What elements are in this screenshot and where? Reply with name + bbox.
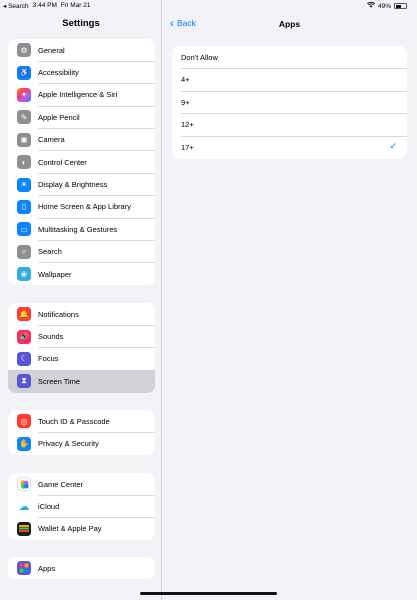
game-center-icon xyxy=(17,477,31,492)
sidebar-item-apple-intelligence[interactable]: ✦ Apple Intelligence & Siri xyxy=(8,84,155,107)
bell-icon: 🔔 xyxy=(17,307,31,322)
sidebar-item-display-brightness[interactable]: ☀ Display & Brightness xyxy=(8,173,155,196)
sidebar-item-label: Screen Time xyxy=(38,376,81,386)
siri-icon: ✦ xyxy=(17,87,31,102)
sidebar-item-screen-time[interactable]: ⧗ Screen Time xyxy=(8,370,155,393)
sidebar-item-sounds[interactable]: 🔊 Sounds xyxy=(8,325,155,348)
sidebar-item-label: Home Screen & App Library xyxy=(38,202,131,212)
sidebar-item-search[interactable]: ⌕ Search xyxy=(8,241,155,263)
sidebar-item-label: Search xyxy=(38,247,62,257)
option-12-plus[interactable]: 12+ xyxy=(172,114,407,136)
option-label: 4+ xyxy=(181,75,190,85)
sidebar-item-label: Apple Pencil xyxy=(38,112,80,122)
age-rating-options: Don't Allow 4+ 9+ 12+ 17+ ✓ xyxy=(172,46,407,159)
pencil-icon: ✎ xyxy=(17,110,31,125)
sidebar-item-label: Notifications xyxy=(38,309,79,319)
sidebar-item-label: Apple Intelligence & Siri xyxy=(38,90,118,100)
sidebar-item-focus[interactable]: ☾ Focus xyxy=(8,348,155,371)
sidebar-item-icloud[interactable]: ☁ iCloud xyxy=(8,495,155,518)
search-icon: ⌕ xyxy=(17,244,31,259)
option-9-plus[interactable]: 9+ xyxy=(172,91,407,114)
sidebar-item-wallpaper[interactable]: ❀ Wallpaper xyxy=(8,263,155,285)
sidebar-title: Settings xyxy=(62,18,100,29)
flower-icon: ❀ xyxy=(17,267,31,282)
sidebar-item-label: Camera xyxy=(38,135,65,145)
sidebar-item-label: Multitasking & Gestures xyxy=(38,224,118,234)
hourglass-icon: ⧗ xyxy=(17,374,31,389)
moon-icon: ☾ xyxy=(17,351,31,366)
gear-icon: ⚙ xyxy=(17,43,31,58)
option-17-plus[interactable]: 17+ ✓ xyxy=(172,136,407,159)
sidebar-item-label: Game Center xyxy=(38,479,84,489)
wallet-icon xyxy=(17,521,31,536)
battery-icon xyxy=(394,3,407,9)
status-bar: ◂ Search 3:44 PM Fri Mar 21 49% xyxy=(0,0,417,11)
sidebar-item-general[interactable]: ⚙ General xyxy=(8,39,155,62)
hand-icon: ✋ xyxy=(17,436,31,451)
sidebar-item-label: iCloud xyxy=(38,502,60,512)
checkmark-icon: ✓ xyxy=(389,141,397,151)
status-date: Fri Mar 21 xyxy=(60,2,91,9)
apps-grid-icon xyxy=(17,561,31,576)
sidebar-item-apple-pencil[interactable]: ✎ Apple Pencil xyxy=(8,106,155,129)
sidebar-item-wallet[interactable]: Wallet & Apple Pay xyxy=(8,518,155,540)
multitasking-icon: ▭ xyxy=(17,222,31,237)
sidebar-item-label: Sounds xyxy=(38,332,64,342)
sun-icon: ☀ xyxy=(17,177,31,192)
sidebar-item-label: Wallpaper xyxy=(38,269,72,279)
option-dont-allow[interactable]: Don't Allow xyxy=(172,46,407,69)
accessibility-icon: ♿ xyxy=(17,65,31,80)
sidebar-item-game-center[interactable]: Game Center xyxy=(8,473,155,496)
settings-group-general: ⚙ General ♿ Accessibility ✦ Apple Intell… xyxy=(8,39,155,286)
settings-group-apps: Apps xyxy=(8,557,155,580)
fingerprint-icon: ◎ xyxy=(17,414,31,429)
sidebar-item-accessibility[interactable]: ♿ Accessibility xyxy=(8,61,155,84)
option-label: 17+ xyxy=(181,142,194,152)
sidebar-item-notifications[interactable]: 🔔 Notifications xyxy=(8,303,155,326)
home-indicator[interactable] xyxy=(140,592,277,595)
sidebar-item-privacy[interactable]: ✋ Privacy & Security xyxy=(8,432,155,454)
option-label: 12+ xyxy=(181,120,194,130)
option-4-plus[interactable]: 4+ xyxy=(172,69,407,91)
sidebar-item-multitasking[interactable]: ▭ Multitasking & Gestures xyxy=(8,218,155,241)
page-title: Apps xyxy=(278,19,301,29)
option-label: Don't Allow xyxy=(181,52,218,62)
option-label: 9+ xyxy=(181,97,190,107)
sidebar-item-home-screen[interactable]: ▯ Home Screen & App Library xyxy=(8,196,155,219)
home-screen-icon: ▯ xyxy=(17,199,31,214)
sidebar-item-control-center[interactable]: ◐ Control Center xyxy=(8,151,155,174)
sidebar-item-label: Apps xyxy=(38,563,56,573)
settings-sidebar: Settings ⚙ General ♿ Accessibility ✦ App… xyxy=(0,0,162,600)
speaker-icon: 🔊 xyxy=(17,329,31,344)
camera-icon: ◉ xyxy=(17,132,31,147)
settings-group-security: ◎ Touch ID & Passcode ✋ Privacy & Securi… xyxy=(8,410,155,455)
sidebar-item-touch-id[interactable]: ◎ Touch ID & Passcode xyxy=(8,410,155,433)
back-to-app-link[interactable]: ◂ Search xyxy=(3,2,29,10)
sidebar-item-label: Control Center xyxy=(38,157,87,167)
sidebar-item-label: Privacy & Security xyxy=(38,439,99,449)
sidebar-item-label: General xyxy=(38,45,65,55)
sidebar-item-label: Display & Brightness xyxy=(38,180,108,190)
sidebar-item-camera[interactable]: ◉ Camera xyxy=(8,129,155,151)
wifi-icon xyxy=(366,1,375,10)
sidebar-item-label: Focus xyxy=(38,354,59,364)
cloud-icon: ☁ xyxy=(17,499,31,514)
control-center-icon: ◐ xyxy=(17,155,31,170)
settings-group-accounts: Game Center ☁ iCloud Wallet & Apple Pay xyxy=(8,473,155,541)
status-time: 3:44 PM xyxy=(32,2,57,9)
sidebar-item-label: Accessibility xyxy=(38,68,79,78)
sidebar-item-label: Touch ID & Passcode xyxy=(38,416,110,426)
settings-group-notifications: 🔔 Notifications 🔊 Sounds ☾ Focus ⧗ Scree… xyxy=(8,303,155,393)
sidebar-item-label: Wallet & Apple Pay xyxy=(38,524,102,534)
detail-panel: ‹ Back Apps Don't Allow 4+ 9+ 12+ 17+ ✓ xyxy=(162,0,417,600)
battery-percent: 49% xyxy=(377,2,391,10)
sidebar-item-apps[interactable]: Apps xyxy=(8,557,155,579)
